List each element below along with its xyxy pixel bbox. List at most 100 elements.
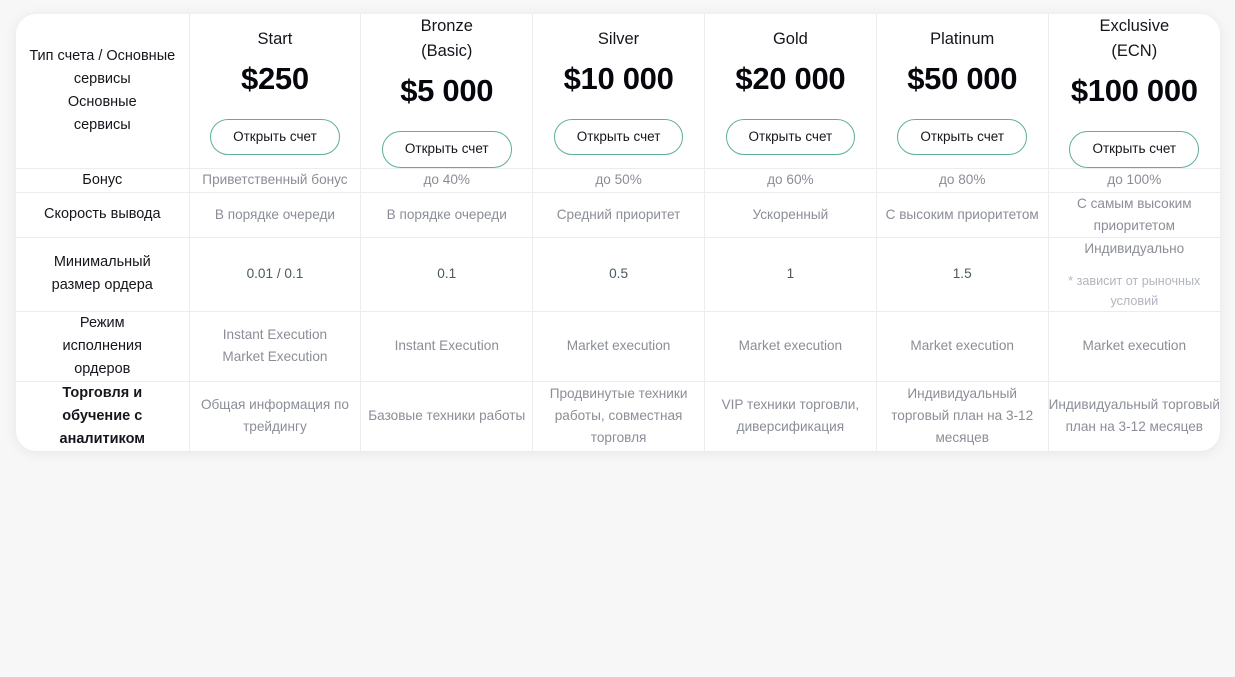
plan-name-line: Gold: [772, 29, 808, 48]
plan-name-line: Bronze: [420, 17, 473, 35]
cell-value: до 60%: [705, 169, 876, 191]
row-label-line: размер ордера: [51, 277, 153, 293]
plan-price: $10 000: [563, 60, 674, 96]
cell-value: Instant Execution Market Execution: [190, 324, 361, 368]
table-cell: В порядке очереди: [360, 192, 534, 238]
open-account-button-wrap: Открыть счет: [533, 97, 704, 155]
header-row-label-line: Основные: [67, 93, 137, 110]
plan-name-line: Exclusive: [1099, 17, 1170, 35]
table-cell: 0.01 / 0.1: [189, 237, 362, 312]
open-account-button[interactable]: Открыть счет: [553, 118, 684, 155]
table-cell: Продвинутые техники работы, совместная т…: [532, 381, 705, 451]
table-cell: Индивидуальный торговый план на 3-12 мес…: [1048, 381, 1220, 451]
plan-name: Silver: [533, 27, 704, 52]
cell-value-line: Индивидуальный торговый план на 3-12 мес…: [1048, 397, 1220, 434]
cell-value-line: Instant Execution: [222, 327, 328, 342]
account-comparison-table: Тип счета / Основные сервисы Основные серв…: [16, 14, 1220, 451]
table-row: Бонус Приветственный бонус до 40% до 50% до …: [16, 168, 1220, 193]
table-cell: С самым высоким приоритетом: [1048, 192, 1220, 238]
table-cell: до 50%: [532, 168, 705, 193]
plan-header-cell: Platinum $50 000 Открыть счет: [876, 14, 1049, 169]
cell-value: Продвинутые техники работы, совместная т…: [533, 383, 704, 449]
open-account-button-wrap: Открыть счет: [877, 97, 1048, 155]
cell-value: VIP техники торговли, диверсификация: [705, 394, 876, 438]
row-label: Бонус: [16, 168, 190, 193]
cell-value-line: до 100%: [1107, 172, 1162, 187]
row-label-line: Режим: [79, 314, 125, 331]
table-cell: 1: [704, 237, 877, 312]
table-row: Торговля и обучение с аналитиком Общая инфо…: [16, 381, 1220, 451]
open-account-button[interactable]: Открыть счет: [210, 118, 340, 155]
cell-value-line: В порядке очереди: [386, 206, 507, 222]
table-row: Скорость вывода В порядке очереди В порядк…: [16, 192, 1220, 238]
cell-value: 0.1: [361, 263, 532, 285]
cell-value: В порядке очереди: [190, 204, 361, 226]
row-label-line: Минимальный: [53, 254, 151, 270]
cell-value-line: Market execution: [1082, 338, 1187, 353]
plan-price: $5 000: [400, 73, 494, 108]
table-row: Минимальный размер ордера 0.01 / 0.1 0.1 0.5…: [16, 237, 1220, 312]
row-label-line: Торговля и: [62, 384, 143, 401]
table-cell: 0.5: [532, 237, 705, 312]
cell-value-line: Продвинутые техники работы, совместная т…: [549, 386, 688, 445]
pricing-comparison-page: Тип счета / Основные сервисы Основные серв…: [0, 0, 1235, 677]
table-cell: Индивидуально * зависит от рыночных услов…: [1048, 237, 1220, 312]
header-row-label-line: Тип счета / Основные сервисы: [29, 47, 176, 87]
table-cell: Приветственный бонус: [189, 168, 362, 193]
cell-value-line: 0.01 / 0.1: [246, 266, 304, 281]
cell-value-line: до 40%: [423, 172, 470, 187]
table-cell: до 40%: [360, 168, 534, 193]
open-account-button-wrap: Открыть счет: [190, 97, 361, 155]
cell-value-line: VIP техники торговли, диверсификация: [721, 397, 860, 434]
cell-value-line: 1: [786, 266, 795, 281]
open-account-button[interactable]: Открыть счет: [1069, 131, 1200, 168]
pricing-comparison-card: Тип счета / Основные сервисы Основные серв…: [16, 14, 1220, 451]
row-label: Минимальный размер ордера: [16, 237, 190, 312]
table-cell: до 60%: [704, 168, 877, 193]
table-cell: до 80%: [876, 168, 1049, 193]
cell-value: до 50%: [533, 169, 704, 191]
table-cell: 1.5: [876, 237, 1049, 312]
cell-value-line: Средний приоритет: [556, 206, 681, 222]
cell-value: Market execution: [705, 335, 876, 357]
header-row-label-line: сервисы: [73, 116, 131, 133]
cell-value: 0.5: [533, 263, 704, 285]
cell-value-line: 0.5: [609, 266, 629, 281]
cell-value-line: С высоким приоритетом: [885, 206, 1039, 222]
plan-name: Gold: [705, 27, 876, 52]
cell-value-line: Market execution: [566, 338, 671, 353]
cell-value: до 80%: [877, 169, 1048, 191]
plan-name-line: (Basic): [421, 42, 473, 60]
table-cell: Market execution: [532, 311, 705, 382]
cell-value: Индивидуально: [1049, 238, 1220, 260]
plan-name-line: Silver: [597, 29, 640, 48]
open-account-button[interactable]: Открыть счет: [381, 131, 512, 168]
row-label-line: исполнения: [62, 337, 142, 354]
cell-value-line: Market Execution: [222, 349, 328, 364]
cell-value: С высоким приоритетом: [877, 204, 1048, 226]
cell-value: Market execution: [1049, 335, 1220, 357]
open-account-button[interactable]: Открыть счет: [897, 118, 1028, 155]
cell-value-line: В порядке очереди: [214, 206, 336, 222]
row-label: Торговля и обучение с аналитиком: [16, 381, 190, 451]
table-cell: Средний приоритет: [532, 192, 705, 238]
plan-name-line: Platinum: [930, 29, 995, 48]
table-cell: Базовые техники работы: [360, 381, 534, 451]
plan-name-line: (ECN): [1111, 42, 1158, 60]
cell-value: Приветственный бонус: [190, 169, 361, 191]
table-cell: Market execution: [1048, 311, 1220, 382]
row-label: Режим исполнения ордеров: [16, 311, 190, 382]
cell-value-line: Instant Execution: [394, 338, 499, 353]
open-account-button[interactable]: Открыть счет: [725, 118, 856, 155]
cell-value: 1: [705, 263, 876, 285]
cell-value: 0.01 / 0.1: [190, 263, 361, 285]
row-label-line: аналитиком: [59, 430, 146, 447]
plan-name: Platinum: [877, 27, 1048, 52]
cell-value-line: С самым высоким приоритетом: [1077, 195, 1192, 233]
cell-value: Market execution: [533, 335, 704, 357]
cell-value: 1.5: [877, 263, 1048, 285]
cell-footnote: * зависит от рыночных условий: [1068, 273, 1201, 308]
cell-value-line: Приветственный бонус: [202, 172, 348, 187]
table-cell: VIP техники торговли, диверсификация: [704, 381, 877, 451]
open-account-button-wrap: Открыть счет: [705, 97, 876, 155]
